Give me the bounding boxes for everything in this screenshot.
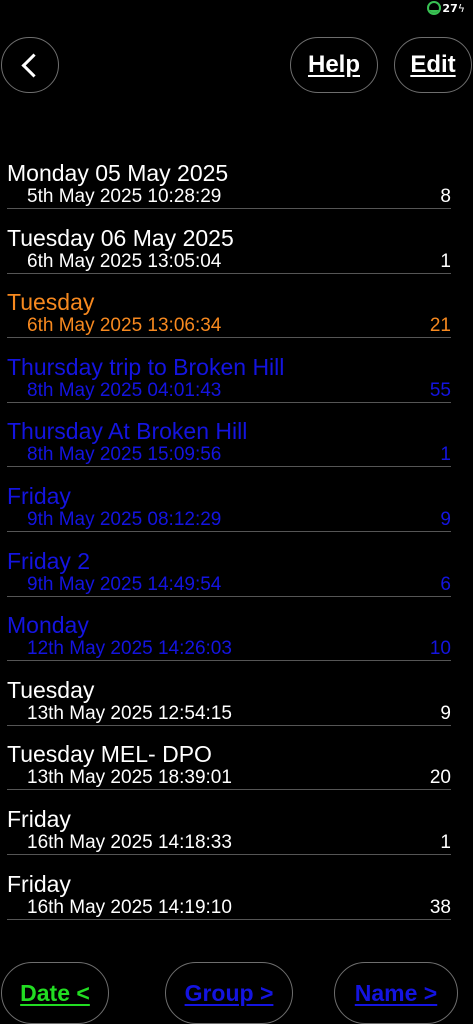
- list-item-title: Friday 2: [7, 547, 91, 574]
- list-item[interactable]: Monday 12th May 2025 14:26:03 10: [0, 610, 473, 675]
- list-item-title: Friday: [7, 482, 71, 509]
- list-item-timestamp: 6th May 2025 13:05:04: [27, 250, 222, 272]
- list-item-count: 21: [429, 315, 451, 337]
- list-item-divider: [7, 789, 451, 791]
- list-item-divider: [7, 595, 451, 597]
- list-item-count: 38: [429, 896, 451, 918]
- battery-indicator: 27 ϟ: [427, 1, 465, 15]
- trip-list: Monday 05 May 2025 5th May 2025 10:28:29 8…: [0, 158, 473, 933]
- list-item-count: 9: [440, 508, 451, 530]
- list-item-count: 1: [440, 444, 451, 466]
- list-item[interactable]: Tuesday MEL- DPO 13th May 2025 18:39:01 20: [0, 739, 473, 804]
- list-item-title: Friday: [7, 805, 71, 832]
- list-item-timestamp: 16th May 2025 14:19:10: [27, 896, 232, 918]
- list-item[interactable]: Friday 16th May 2025 14:19:10 38: [0, 869, 473, 934]
- list-item[interactable]: Friday 9th May 2025 08:12:29 9: [0, 481, 473, 546]
- list-item[interactable]: Thursday At Broken Hill 8th May 2025 15:0…: [0, 416, 473, 481]
- list-item-timestamp: 8th May 2025 04:01:43: [27, 379, 222, 401]
- sort-group-button[interactable]: Group >: [165, 962, 293, 1024]
- list-item-divider: [7, 466, 451, 468]
- list-item[interactable]: Tuesday 13th May 2025 12:54:15 9: [0, 675, 473, 740]
- list-item-timestamp: 16th May 2025 14:18:33: [27, 831, 232, 853]
- list-item[interactable]: Thursday trip to Broken Hill 8th May 2025…: [0, 352, 473, 417]
- list-item-title: Tuesday 06 May 2025: [7, 224, 234, 251]
- battery-level: 27: [442, 1, 458, 15]
- chevron-left-icon: [20, 52, 46, 78]
- list-item-divider: [7, 272, 451, 274]
- list-item[interactable]: Monday 05 May 2025 5th May 2025 10:28:29 8: [0, 158, 473, 223]
- list-item-timestamp: 12th May 2025 14:26:03: [27, 638, 232, 660]
- list-item-title: Tuesday MEL- DPO: [7, 741, 212, 768]
- list-item-timestamp: 5th May 2025 10:28:29: [27, 186, 222, 207]
- list-item-timestamp: 13th May 2025 18:39:01: [27, 767, 232, 789]
- list-item-divider: [7, 337, 451, 339]
- list-item-timestamp: 9th May 2025 14:49:54: [27, 573, 222, 595]
- list-item[interactable]: Tuesday 06 May 2025 6th May 2025 13:05:04…: [0, 223, 473, 288]
- battery-icon: [427, 1, 442, 15]
- back-button[interactable]: [1, 37, 59, 93]
- list-item-title: Thursday At Broken Hill: [7, 418, 248, 445]
- help-button[interactable]: Help: [290, 37, 378, 93]
- list-item-divider: [7, 724, 451, 726]
- list-item-count: 8: [440, 186, 451, 207]
- list-item-count: 6: [440, 573, 451, 595]
- list-item-divider: [7, 660, 451, 662]
- list-item-title: Monday 05 May 2025: [7, 160, 229, 186]
- list-item-title: Friday: [7, 870, 71, 897]
- edit-button[interactable]: Edit: [394, 37, 472, 93]
- list-item-count: 55: [429, 379, 451, 401]
- list-item-count: 1: [440, 250, 451, 272]
- list-item-count: 9: [440, 702, 451, 724]
- list-item-divider: [7, 208, 451, 209]
- list-item-divider: [7, 401, 451, 403]
- list-item-timestamp: 8th May 2025 15:09:56: [27, 444, 222, 466]
- list-item-timestamp: 6th May 2025 13:06:34: [27, 315, 222, 337]
- charging-bolt-icon: ϟ: [457, 1, 465, 15]
- list-item-title: Thursday trip to Broken Hill: [7, 353, 285, 380]
- list-item-title: Tuesday: [7, 289, 95, 316]
- list-item-count: 10: [429, 638, 451, 660]
- list-item[interactable]: Friday 2 9th May 2025 14:49:54 6: [0, 546, 473, 611]
- list-item-title: Tuesday: [7, 676, 95, 703]
- sort-name-button[interactable]: Name >: [334, 962, 458, 1024]
- sort-date-button[interactable]: Date <: [1, 962, 109, 1024]
- list-item-divider: [7, 853, 451, 855]
- list-item-count: 1: [440, 831, 451, 853]
- list-item-divider: [7, 918, 451, 920]
- status-bar: 27 ϟ: [0, 0, 473, 20]
- list-item-count: 20: [429, 767, 451, 789]
- list-item[interactable]: Friday 16th May 2025 14:18:33 1: [0, 804, 473, 869]
- list-item-timestamp: 13th May 2025 12:54:15: [27, 702, 232, 724]
- list-item-timestamp: 9th May 2025 08:12:29: [27, 508, 222, 530]
- list-item[interactable]: Tuesday 6th May 2025 13:06:34 21: [0, 287, 473, 352]
- list-item-divider: [7, 530, 451, 532]
- list-item-title: Monday: [7, 612, 89, 639]
- battery-fill: [429, 10, 440, 13]
